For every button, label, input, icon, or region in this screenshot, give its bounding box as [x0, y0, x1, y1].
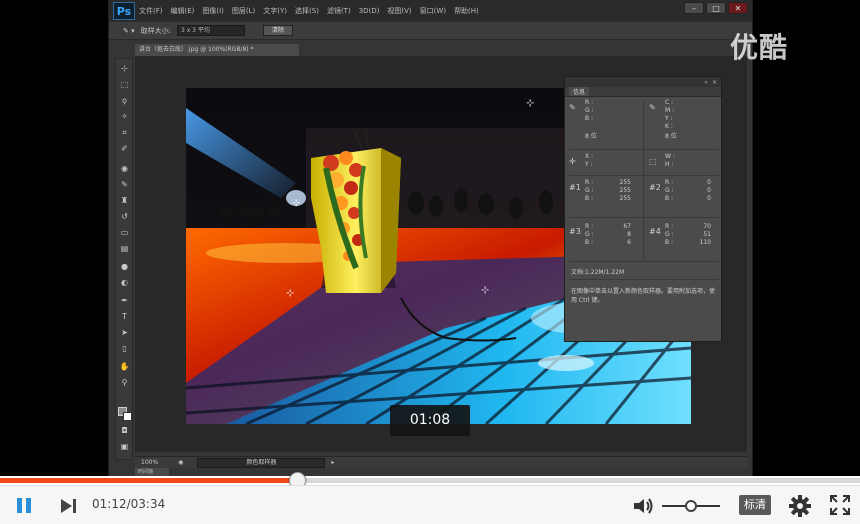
info-panel-header: » ✕	[565, 77, 721, 87]
document-tab[interactable]: 讲台（抠去白底）.jpg @ 100%(RGB/8) *	[135, 44, 299, 56]
status-arrow-icon[interactable]: ◉	[178, 459, 183, 466]
tool-hint: 在图像中单击以置入新颜色取样器。要用附加选项，使用 Ctrl 键。	[571, 288, 716, 304]
photoshop-logo: Ps	[113, 2, 135, 20]
eraser-tool-icon[interactable]: ▭	[118, 227, 131, 238]
eyedropper-icon: ✎	[649, 103, 656, 112]
close-icon[interactable]: ✕	[728, 2, 748, 14]
sampler-2-id: #2	[649, 183, 661, 192]
sampler-3-id: #3	[569, 227, 581, 236]
menu-window[interactable]: 窗口(W)	[420, 6, 446, 16]
stamp-tool-icon[interactable]: ♜	[118, 195, 131, 206]
gear-icon[interactable]	[789, 495, 811, 517]
menu-image[interactable]: 图像(I)	[202, 6, 224, 16]
menu-select[interactable]: 选择(S)	[295, 6, 319, 16]
photoshop-menubar: Ps 文件(F) 编辑(E) 图像(I) 图层(L) 文字(Y) 选择(S) 滤…	[109, 0, 752, 22]
svg-text:⊹: ⊹	[481, 285, 489, 296]
screen-mode-icon[interactable]: ▣	[118, 441, 131, 452]
brush-tool-icon[interactable]: ✎	[118, 179, 131, 190]
move-tool-icon[interactable]: ⊹	[118, 63, 131, 74]
svg-text:⊹: ⊹	[292, 198, 300, 209]
marquee-tool-icon[interactable]: ⬚	[118, 79, 131, 90]
info-panel: » ✕ 信息 ✎ R : G : B : 8 位 ✎ C : M : Y : K…	[564, 76, 722, 342]
path-select-icon[interactable]: ➤	[118, 327, 131, 338]
player-controls: 01:12/03:34 标清	[0, 485, 860, 524]
type-tool-icon[interactable]: T	[118, 311, 131, 322]
crop-tool-icon[interactable]: ⌗	[118, 127, 131, 138]
crosshair-icon: ✛	[569, 157, 576, 166]
volume-handle[interactable]	[685, 500, 697, 512]
info-cmyk-readout: ✎ C : M : Y : K : 8 位	[649, 99, 677, 140]
quick-mask-icon[interactable]: ◘	[118, 425, 131, 436]
quick-select-tool-icon[interactable]: ✧	[118, 111, 131, 122]
menu-view[interactable]: 视图(V)	[387, 6, 411, 16]
svg-text:⊹: ⊹	[526, 98, 534, 109]
maximize-icon[interactable]: □	[706, 2, 726, 14]
zoom-tool-icon[interactable]: ⚲	[118, 377, 131, 388]
progress-played[interactable]	[0, 478, 297, 483]
menu-layer[interactable]: 图层(L)	[232, 6, 255, 16]
options-bar: ✎ ▾ 取样大小: 3 x 3 平均 清除	[109, 22, 752, 40]
eyedropper-tool-icon[interactable]: ✎ ▾	[123, 27, 135, 35]
time-display: 01:12/03:34	[92, 497, 166, 511]
quality-button[interactable]: 标清	[739, 495, 771, 515]
hand-tool-icon[interactable]: ✋	[118, 361, 131, 372]
zoom-level[interactable]: 100%	[141, 459, 158, 466]
menu-3d[interactable]: 3D(D)	[359, 7, 380, 15]
status-bar: 100% ◉ 颜色取样器 ▸	[135, 456, 747, 468]
svg-text:⊹: ⊹	[286, 288, 294, 299]
menu-type[interactable]: 文字(Y)	[263, 6, 287, 16]
pen-tool-icon[interactable]: ✒	[118, 295, 131, 306]
collapse-icon[interactable]: »	[704, 79, 708, 86]
blur-tool-icon[interactable]: ●	[118, 261, 131, 272]
menu-file[interactable]: 文件(F)	[139, 6, 163, 16]
pause-icon[interactable]	[12, 496, 36, 516]
history-brush-icon[interactable]: ↺	[118, 211, 131, 222]
fullscreen-icon[interactable]	[830, 495, 850, 515]
sampler-4-id: #4	[649, 227, 661, 236]
next-icon[interactable]	[58, 496, 80, 516]
dodge-tool-icon[interactable]: ◐	[118, 277, 131, 288]
minimize-icon[interactable]: –	[684, 2, 704, 14]
info-wh-readout: ⬚ W : H :	[649, 153, 675, 168]
sample-size-select[interactable]: 3 x 3 平均	[176, 25, 245, 36]
document-size: 文档:1.22M/1.22M	[571, 269, 625, 276]
volume-icon[interactable]	[632, 496, 656, 516]
menu-help[interactable]: 帮助(H)	[454, 6, 479, 16]
clear-button[interactable]: 清除	[262, 25, 293, 36]
gradient-tool-icon[interactable]: ▤	[118, 243, 131, 254]
healing-brush-icon[interactable]: ◉	[118, 163, 131, 174]
window-controls: – □ ✕	[684, 2, 748, 14]
youku-watermark: 优酷	[730, 31, 789, 64]
background-color-swatch[interactable]	[123, 412, 132, 421]
selection-size-icon: ⬚	[649, 157, 657, 166]
info-rgb-readout: ✎ R : G : B : 8 位	[569, 99, 597, 140]
seek-time-tooltip: 01:08	[390, 405, 470, 436]
panel-close-icon[interactable]: ✕	[712, 79, 717, 86]
eyedropper-icon: ✎	[569, 103, 576, 112]
eyedropper-icon[interactable]: ✐	[118, 143, 131, 154]
tools-panel: ⊹ ⬚ ϙ ✧ ⌗ ✐ ◉ ✎ ♜ ↺ ▭ ▤ ● ◐ ✒ T ➤ ▯ ✋ ⚲ …	[115, 58, 133, 460]
info-xy-readout: ✛ X : Y :	[569, 153, 594, 168]
volume-slider[interactable]	[662, 500, 720, 512]
info-tab[interactable]: 信息	[569, 87, 590, 96]
lasso-tool-icon[interactable]: ϙ	[118, 95, 131, 106]
sample-size-label: 取样大小:	[140, 26, 171, 35]
sampler-1-id: #1	[569, 183, 581, 192]
timeline-tab[interactable]: 时间轴	[135, 468, 169, 476]
menu-edit[interactable]: 编辑(E)	[171, 6, 195, 16]
video-stage[interactable]: Ps 文件(F) 编辑(E) 图像(I) 图层(L) 文字(Y) 选择(S) 滤…	[0, 0, 860, 476]
shape-tool-icon[interactable]: ▯	[118, 343, 131, 354]
info-tabbar: 信息	[565, 87, 721, 97]
menu-filter[interactable]: 滤镜(T)	[327, 6, 351, 16]
status-tool-name: 颜色取样器	[197, 457, 326, 468]
status-menu-arrow-icon[interactable]: ▸	[331, 459, 334, 466]
